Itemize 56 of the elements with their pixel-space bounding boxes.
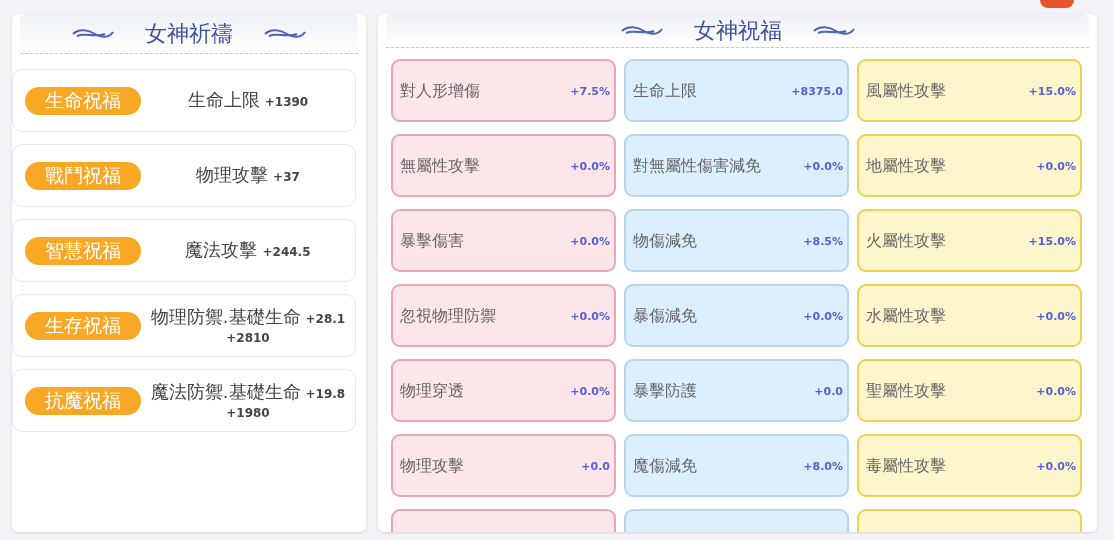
stat-name: 水屬性攻擊 <box>866 306 947 325</box>
stat-value: +0.0% <box>570 309 610 326</box>
stat-name: 暴擊傷害 <box>400 231 465 250</box>
stat-name: 毒屬性攻擊 <box>866 456 947 475</box>
stat-name: 暴傷減免 <box>633 306 698 325</box>
stat-value: +0.0% <box>1036 309 1076 326</box>
stat-value: +8375.0 <box>791 84 843 101</box>
stat-name: 物傷減免 <box>633 231 698 250</box>
stat-value: +1390 <box>264 93 309 111</box>
stat-name: 物理攻擊 <box>196 163 269 186</box>
stat-name: 魔法防禦.基礎生命 <box>150 380 301 403</box>
stat-name: 魔法攻擊 <box>185 238 258 261</box>
blessing-badge: 生命祝福 <box>25 86 141 115</box>
stat-value: +0.0 <box>814 384 843 401</box>
stat-value: +0.0% <box>803 159 843 176</box>
stat-name: 火屬性攻擊 <box>866 231 947 250</box>
stat-value: +15.0% <box>1028 234 1076 251</box>
stat-name: 聖屬性攻擊 <box>866 381 947 400</box>
stat-value: +37 <box>273 168 300 186</box>
blessing-badge: 戰鬥祝福 <box>25 161 141 190</box>
blessing-badge: 抗魔祝福 <box>25 386 141 415</box>
panel-title: 女神祈禱 <box>145 20 233 48</box>
stat-value: +1980 <box>226 404 270 421</box>
stat-value: +8.0% <box>803 459 843 476</box>
stat-value: +244.5 <box>262 243 311 261</box>
stat-value: +0.0% <box>1036 159 1076 176</box>
stat-name: 風屬性攻擊 <box>866 81 947 100</box>
stat-value: +0.0% <box>570 384 610 401</box>
stat-name: 對無屬性傷害減免 <box>633 156 762 175</box>
stat-value: +0.0% <box>1036 384 1076 401</box>
blessing-badge: 智慧祝福 <box>25 236 141 265</box>
stat-value: +7.5% <box>570 84 610 101</box>
stat-value: +0.0 <box>581 459 610 476</box>
panel-title: 女神祝福 <box>693 17 782 45</box>
stat-value: +19.8 <box>305 385 346 403</box>
stat-value: +28.1 <box>305 310 346 328</box>
stat-value: +0.0% <box>570 234 610 251</box>
stat-name: 無屬性攻擊 <box>400 156 481 175</box>
stat-value: +0.0% <box>803 309 843 326</box>
stat-name: 物理攻擊 <box>400 456 465 475</box>
stat-name: 魔傷減免 <box>633 456 698 475</box>
stat-name: 暴擊防護 <box>633 381 698 400</box>
stat-name: 物理防禦.基礎生命 <box>150 305 301 328</box>
stat-value: +15.0% <box>1028 84 1076 101</box>
stat-value: +0.0% <box>1036 459 1076 476</box>
stat-value: +8.5% <box>803 234 843 251</box>
stat-name: 忽視物理防禦 <box>400 306 497 325</box>
corner-ornament-icon <box>1040 0 1074 8</box>
stat-value: +0.0% <box>570 159 610 176</box>
stat-name: 生命上限 <box>633 81 698 100</box>
stat-value: +2810 <box>226 329 270 346</box>
blessing-badge: 生存祝福 <box>25 311 141 340</box>
stat-name: 地屬性攻擊 <box>866 156 947 175</box>
stat-name: 對人形增傷 <box>400 81 481 100</box>
stat-name: 生命上限 <box>187 88 260 111</box>
stat-name: 物理穿透 <box>400 381 465 400</box>
